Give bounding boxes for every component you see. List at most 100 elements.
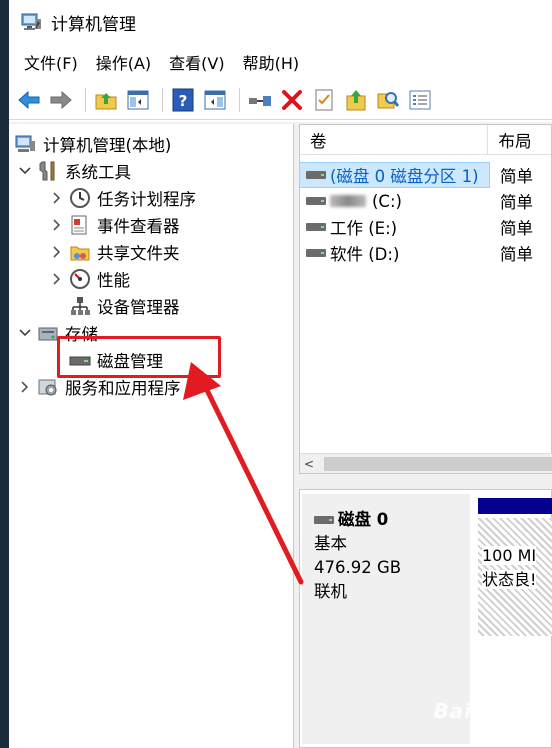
scrollbar-thumb[interactable] [324, 457, 552, 471]
volume-layout: 简单 [500, 167, 533, 186]
partition-header-bar [478, 498, 552, 514]
drive-icon [314, 516, 334, 524]
menu-help[interactable]: 帮助(H) [234, 46, 309, 78]
volume-layout: 简单 [500, 245, 533, 264]
chevron-right-icon[interactable] [49, 244, 65, 260]
disk-type: 基本 [314, 534, 347, 553]
window-title: 计算机管理 [51, 14, 136, 35]
disk-name: 磁盘 0 [338, 510, 389, 529]
baidu-watermark: Bai 经验 [433, 699, 522, 723]
import-icon[interactable] [342, 86, 370, 114]
storage-icon [37, 322, 59, 344]
clock-icon [69, 187, 91, 209]
column-header-layout[interactable]: 布局 [488, 125, 551, 154]
tree-item-device-manager[interactable]: 设备管理器 [69, 292, 180, 319]
tree-item-event-viewer[interactable]: 事件查看器 [49, 211, 180, 238]
computer-management-icon [15, 133, 37, 155]
chevron-right-icon[interactable] [17, 379, 33, 395]
partition-body: 100 MI 状态良! [478, 518, 552, 636]
tree-item-label: 性能 [97, 270, 130, 290]
volume-list-header: 卷 布局 [300, 125, 551, 155]
search-icon[interactable] [374, 86, 402, 114]
shared-folder-icon [69, 241, 91, 263]
tools-icon [37, 160, 59, 182]
list-item[interactable]: 工作 (E:) 简单 [300, 214, 552, 240]
disk-name-row: 磁盘 0 [314, 508, 470, 532]
menu-file[interactable]: 文件(F) [15, 46, 87, 78]
volume-cell: (C:) [300, 192, 490, 211]
tree-item-label: 任务计划程序 [97, 189, 196, 209]
volume-name: (磁盘 0 磁盘分区 1) [330, 167, 479, 186]
tree-item-computer-management[interactable]: 计算机管理(本地) [15, 130, 171, 157]
connect-icon[interactable] [246, 86, 274, 114]
scroll-left-icon[interactable]: < [300, 457, 318, 471]
chevron-down-icon[interactable] [17, 325, 33, 341]
menu-action[interactable]: 操作(A) [87, 46, 160, 78]
tree-item-label: 事件查看器 [97, 216, 180, 236]
tree-item-label: 系统工具 [65, 162, 131, 182]
desktop-background [0, 0, 9, 748]
partition-block[interactable]: 100 MI 状态良! [478, 498, 552, 638]
services-icon [37, 376, 59, 398]
checklist-icon[interactable] [406, 86, 434, 114]
show-action-pane-icon[interactable] [201, 86, 229, 114]
help-icon[interactable]: ? [169, 86, 197, 114]
navigation-tree: 计算机管理(本地) 系统工具 任务计划程序 事件查看器 共享文件夹 性能 设备管… [9, 124, 294, 748]
event-log-icon [69, 214, 91, 236]
blurred-volume-label [330, 195, 366, 207]
column-header-volume[interactable]: 卷 [300, 125, 489, 154]
list-item[interactable]: 软件 (D:) 简单 [300, 240, 552, 266]
toolbar-separator [239, 87, 240, 112]
list-item[interactable]: (C:) 简单 [300, 188, 552, 214]
tree-item-task-scheduler[interactable]: 任务计划程序 [49, 184, 196, 211]
up-folder-icon[interactable] [92, 86, 120, 114]
properties-icon[interactable] [310, 86, 338, 114]
computer-management-icon [21, 11, 43, 33]
chevron-right-icon[interactable] [49, 271, 65, 287]
forward-icon[interactable] [47, 86, 75, 114]
drive-icon [306, 197, 326, 205]
list-item[interactable]: (磁盘 0 磁盘分区 1) 简单 [299, 162, 552, 188]
volume-cell: 软件 (D:) [300, 241, 490, 265]
volume-list: 卷 布局 (磁盘 0 磁盘分区 1) 简单 (C:) 简单 工作 (E:) 简单… [299, 124, 552, 474]
device-manager-icon [69, 295, 91, 317]
disk-status: 联机 [314, 582, 347, 601]
volume-layout: 简单 [500, 193, 533, 212]
chevron-right-icon[interactable] [49, 217, 65, 233]
svg-text:?: ? [179, 92, 188, 110]
drive-icon [306, 171, 326, 179]
tree-item-performance[interactable]: 性能 [49, 265, 130, 292]
drive-icon [306, 249, 326, 257]
tree-item-system-tools[interactable]: 系统工具 [17, 157, 131, 184]
title-bar[interactable]: 计算机管理 [9, 0, 552, 44]
volume-name: 软件 (D:) [330, 245, 400, 264]
volume-name: (C:) [372, 191, 402, 211]
horizontal-scrollbar[interactable]: < [300, 453, 552, 473]
chevron-right-icon[interactable] [49, 190, 65, 206]
volume-cell: 工作 (E:) [300, 215, 490, 239]
main-content: 计算机管理(本地) 系统工具 任务计划程序 事件查看器 共享文件夹 性能 设备管… [9, 122, 552, 748]
menu-view[interactable]: 查看(V) [160, 46, 233, 78]
tree-item-label: 共享文件夹 [97, 243, 180, 263]
volume-name: 工作 (E:) [330, 219, 398, 238]
computer-management-window: 计算机管理 文件(F) 操作(A) 查看(V) 帮助(H) ? 计算机管理(本地… [9, 0, 552, 748]
disk-size: 476.92 GB [314, 558, 402, 577]
volume-layout: 简单 [500, 219, 533, 238]
selected-volume-cell[interactable]: (磁盘 0 磁盘分区 1) [299, 162, 490, 188]
menu-bar: 文件(F) 操作(A) 查看(V) 帮助(H) [9, 44, 552, 80]
drive-icon [306, 223, 326, 231]
tree-item-label: 设备管理器 [97, 297, 180, 317]
show-hide-tree-icon[interactable] [124, 86, 152, 114]
annotation-highlight-box [57, 336, 221, 378]
partition-size: 100 MI [482, 546, 537, 565]
performance-gauge-icon [69, 268, 91, 290]
details-pane: 卷 布局 (磁盘 0 磁盘分区 1) 简单 (C:) 简单 工作 (E:) 简单… [299, 124, 552, 748]
delete-icon[interactable] [278, 86, 306, 114]
tree-item-label: 服务和应用程序 [65, 378, 181, 398]
back-icon[interactable] [15, 86, 43, 114]
partition-status: 状态良! [482, 570, 537, 589]
tree-item-shared-folders[interactable]: 共享文件夹 [49, 238, 180, 265]
tree-item-label: 计算机管理(本地) [43, 135, 172, 155]
chevron-down-icon[interactable] [17, 163, 33, 179]
toolbar-separator [85, 87, 86, 112]
